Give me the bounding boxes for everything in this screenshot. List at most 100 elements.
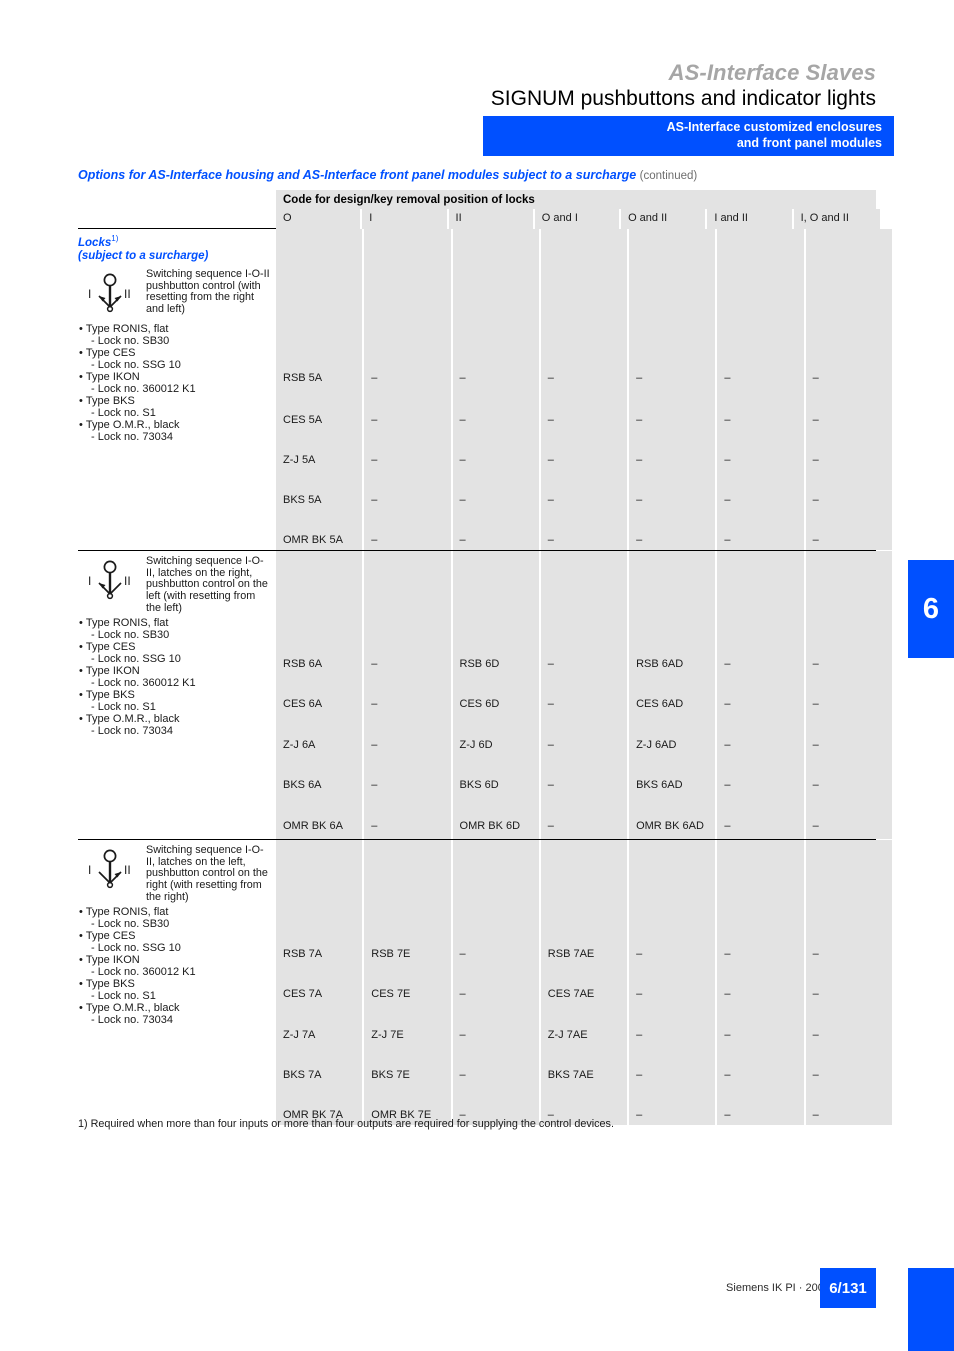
table-cell: –: [371, 738, 378, 751]
table-cell: –: [812, 947, 819, 960]
table-cell: –: [812, 657, 819, 670]
table-cell: CES 6AD: [636, 697, 684, 710]
value-column: – – – – –: [717, 550, 806, 839]
lock-block-left-column: I II Switching sequence I-O-II, latches …: [78, 840, 276, 1125]
value-column: RSB 6D CES 6D Z-J 6D BKS 6D OMR BK 6D: [452, 550, 541, 839]
table-cell: –: [459, 1028, 466, 1041]
table-cell: CES 5A: [283, 413, 323, 426]
table-cell: BKS 7A: [283, 1068, 322, 1081]
value-column: – – – – –: [717, 263, 806, 550]
column-header-ii: II: [448, 209, 535, 229]
table-cell: –: [636, 413, 643, 426]
lock-type-label: • Type CES: [79, 346, 136, 359]
table-cell: –: [371, 697, 378, 710]
table-cell: –: [636, 1068, 643, 1081]
table-cell: –: [459, 371, 466, 384]
header-banner: AS-Interface customized enclosures and f…: [483, 116, 894, 156]
lock-number-label: - Lock no. SSG 10: [91, 941, 181, 954]
value-column: RSB 7A CES 7A Z-J 7A BKS 7A OMR BK 7A: [276, 839, 365, 1125]
page-number-label: 6/131: [829, 1279, 867, 1297]
table-cell: RSB 6A: [283, 657, 323, 670]
table-corner-cell: [78, 190, 276, 209]
table-cell: –: [724, 1068, 731, 1081]
lock-type-label: • Type CES: [79, 929, 136, 942]
column-header-i-and-ii: I and II: [707, 209, 794, 229]
lock-type-label: • Type BKS: [79, 394, 135, 407]
header-title-group: AS-Interface Slaves SIGNUM pushbuttons a…: [176, 60, 876, 112]
svg-text:I: I: [88, 863, 91, 877]
value-column: RSB 6A CES 6A Z-J 6A BKS 6A OMR BK 6A: [276, 550, 365, 839]
footer-page-number: 6/131: [820, 1268, 876, 1308]
table-cell: BKS 5A: [283, 493, 322, 506]
value-column: – – – – –: [540, 263, 630, 550]
table-cell: CES 7E: [371, 987, 411, 1000]
lock-block-description: Switching sequence I-O-II, latches on th…: [146, 554, 268, 615]
table-cell: OMR BK 5A: [283, 533, 343, 546]
table-cell: RSB 7A: [283, 947, 323, 960]
table-cell: –: [812, 493, 819, 506]
table-cell: BKS 6A: [283, 778, 322, 791]
switch-sequence-right-arrow-icon: I II: [78, 845, 146, 904]
lock-type-label: • Type O.M.R., black: [79, 418, 180, 431]
table-cell: –: [371, 453, 378, 466]
lock-block-left-column: I II Switching sequence I-O-II pushbutto…: [78, 264, 276, 550]
lock-type-label: • Type IKON: [79, 953, 140, 966]
table-cell: –: [812, 413, 819, 426]
lock-block-values: RSB 7A CES 7A Z-J 7A BKS 7A OMR BK 7A RS…: [276, 839, 892, 1125]
locks-heading-filler: [276, 229, 892, 264]
column-header-o-and-i: O and I: [534, 209, 622, 229]
table-cell: –: [636, 371, 643, 384]
lock-block: I II Switching sequence I-O-II pushbutto…: [78, 263, 892, 551]
table-cell: –: [547, 533, 554, 546]
page-title: AS-Interface Slaves: [668, 60, 876, 85]
table-cell: –: [459, 493, 466, 506]
lock-number-label: - Lock no. 73034: [91, 430, 173, 443]
table-cell: –: [812, 1108, 819, 1121]
value-column: – – – – –: [805, 839, 892, 1125]
lock-number-label: - Lock no. 360012 K1: [91, 676, 196, 689]
value-column: – – – – –: [629, 839, 718, 1125]
value-column: – – – – –: [364, 263, 453, 550]
table-cell: –: [724, 819, 731, 832]
table-cell: RSB 7E: [371, 947, 411, 960]
table-cell: –: [371, 778, 378, 791]
table-cell: –: [724, 371, 731, 384]
table-cell: –: [724, 778, 731, 791]
value-column: – – – – –: [805, 263, 892, 550]
table-cell: –: [724, 738, 731, 751]
table-cell: –: [812, 697, 819, 710]
lock-number-label: - Lock no. S1: [91, 406, 156, 419]
lock-type-label: • Type O.M.R., black: [79, 712, 180, 725]
lock-type-label: • Type RONIS, flat: [79, 616, 169, 629]
lock-block: I II Switching sequence I-O-II, latches …: [78, 550, 892, 840]
lock-type-label: • Type BKS: [79, 977, 135, 990]
table-cell: –: [547, 413, 554, 426]
table-cell: OMR BK 6AD: [636, 819, 704, 832]
table-cell: –: [547, 778, 554, 791]
table-cell: –: [636, 947, 643, 960]
value-column: – – – – –: [540, 550, 630, 839]
table-cell: Z-J 6AD: [636, 738, 677, 751]
table-cell: –: [724, 987, 731, 1000]
table-cell: –: [724, 413, 731, 426]
table-cell: –: [724, 1108, 731, 1121]
table-cell: RSB 6AD: [636, 657, 684, 670]
table-cell: –: [724, 1028, 731, 1041]
lock-type-list: • Type RONIS, flat - Lock no. SB30 • Typ…: [78, 615, 276, 737]
table-column-header-row: O I II O and I O and II I and II I, O an…: [78, 209, 880, 229]
table-cell: CES 6A: [283, 697, 323, 710]
table-cell: –: [724, 947, 731, 960]
table-cell: RSB 7AE: [547, 947, 595, 960]
table-cell: –: [636, 1108, 643, 1121]
table-cell: –: [459, 987, 466, 1000]
column-header-o-and-ii: O and II: [621, 209, 708, 229]
table-cell: –: [724, 657, 731, 670]
table-cell: –: [371, 657, 378, 670]
table-cell: –: [547, 819, 554, 832]
lock-type-label: • Type CES: [79, 640, 136, 653]
lock-number-label: - Lock no. SSG 10: [91, 652, 181, 665]
lock-number-label: - Lock no. SB30: [91, 917, 170, 930]
table-row-label-header: [78, 209, 276, 229]
table-cell: –: [724, 697, 731, 710]
svg-text:I: I: [88, 287, 91, 301]
